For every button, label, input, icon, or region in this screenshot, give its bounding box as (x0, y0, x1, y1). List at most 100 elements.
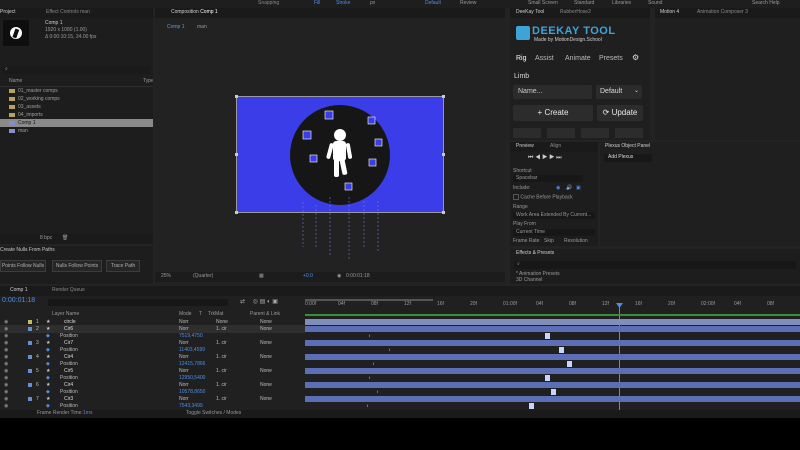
keyframe-marker[interactable]: Ι (365, 403, 370, 409)
create-button[interactable]: + Create (513, 105, 593, 121)
tool-btn-3[interactable] (581, 128, 609, 138)
work-area-bar[interactable] (305, 299, 433, 301)
tab-project[interactable]: Project (0, 9, 16, 15)
draft-3d-icon[interactable]: ⇄ (240, 299, 245, 305)
next-frame-icon[interactable]: ▶ (549, 155, 554, 161)
timeline-search[interactable] (48, 299, 228, 306)
viewer-timecode[interactable]: 0:00:01:18 (346, 273, 370, 280)
toolbar-stroke[interactable]: Stroke (336, 0, 350, 7)
tab-deekay[interactable]: DeeKay Tool (516, 9, 544, 15)
keyframe-marker[interactable]: Ι (367, 375, 372, 381)
nav-animate[interactable]: Animate (565, 55, 591, 62)
label-color-swatch[interactable] (28, 355, 32, 359)
trash-icon[interactable]: 🗑 (62, 235, 68, 242)
canvas-handle-bl[interactable] (235, 211, 238, 214)
keyframe-marker[interactable] (559, 347, 564, 353)
cache-checkbox[interactable]: Cache Before Playback (513, 194, 573, 201)
first-frame-icon[interactable]: ⏮ (528, 155, 533, 161)
toolbar-snapping[interactable]: Snapping (258, 0, 279, 7)
include-video-icon[interactable]: ◉ (556, 185, 560, 192)
label-color-swatch[interactable] (28, 369, 32, 373)
project-item[interactable]: Comp 1 (0, 119, 153, 127)
workspace-sound[interactable]: Sound (648, 0, 662, 7)
layer-duration-bar[interactable] (305, 382, 800, 388)
tab-animation-composer[interactable]: Animation Composer 3 (697, 9, 748, 15)
label-color-swatch[interactable] (28, 327, 32, 331)
timeline-timecode[interactable]: 0:00:01:18 (2, 297, 35, 304)
preset-select[interactable]: Default ⌄ (596, 85, 642, 99)
update-button[interactable]: ⟳ Update (597, 105, 643, 121)
keyframe-marker[interactable]: Ι (387, 347, 392, 353)
nav-assist[interactable]: Assist (535, 55, 554, 62)
col-t[interactable]: T (199, 311, 202, 318)
quality-select[interactable]: (Quarter) (193, 273, 213, 280)
position-property-row[interactable]: ◉ ◆ Position 7543,3499 (0, 402, 305, 410)
effects-title[interactable]: Effects & Presets (516, 250, 554, 256)
exposure-value[interactable]: +0.0 (303, 273, 313, 280)
canvas-handle-mr[interactable] (442, 153, 445, 156)
col-parent[interactable]: Parent & Link (250, 311, 280, 318)
graph-editor-icon[interactable]: ▣ (272, 299, 278, 305)
effects-item-3d-channel[interactable]: 3D Channel (516, 277, 542, 284)
range-select[interactable]: Work Area Extended By Current... (513, 212, 595, 219)
keyframe-marker[interactable]: Ι (371, 361, 376, 367)
canvas-handle-tr[interactable] (442, 95, 445, 98)
play-icon[interactable]: ▶ (542, 155, 547, 161)
plexus-title[interactable]: Plexus Object Panel (605, 143, 650, 149)
project-item[interactable]: 04_imports (0, 111, 153, 119)
comp-canvas[interactable] (235, 95, 445, 261)
grid-icon[interactable]: ▦ (259, 273, 264, 280)
keyframe-marker[interactable] (567, 361, 572, 367)
points-follow-nulls-button[interactable]: Points Follow Nulls (0, 260, 46, 272)
keyframe-marker[interactable] (545, 333, 550, 339)
nav-rig[interactable]: Rig (516, 55, 527, 62)
keyframe-marker[interactable]: Ι (375, 389, 380, 395)
workspace-standard[interactable]: Standard (574, 0, 594, 7)
col-name[interactable]: Name (9, 78, 22, 85)
tab-motion4[interactable]: Motion 4 (660, 9, 679, 15)
tab-composition[interactable]: Composition Comp 1 (171, 9, 218, 15)
toggle-switches-modes[interactable]: Toggle Switches / Modes (186, 410, 241, 417)
tool-btn-4[interactable] (615, 128, 643, 138)
label-color-swatch[interactable] (28, 383, 32, 387)
project-item[interactable]: man (0, 127, 153, 135)
tab-preview[interactable]: Preview (516, 143, 534, 149)
label-color-swatch[interactable] (28, 320, 32, 324)
tab-effect-controls[interactable]: Effect Controls man (46, 9, 90, 15)
col-trkmat[interactable]: TrkMat (208, 311, 223, 318)
shy-icon[interactable]: ◎ (253, 299, 258, 305)
workspace-libraries[interactable]: Libraries (612, 0, 631, 7)
tab-rubberhose[interactable]: RubberHose2 (560, 9, 591, 15)
limb-name-input[interactable]: Name... (513, 85, 592, 99)
bpc-label[interactable]: 8 bpc (40, 235, 52, 242)
nav-presets[interactable]: Presets (599, 55, 623, 62)
project-item[interactable]: 02_working comps (0, 95, 153, 103)
col-layer-name[interactable]: Layer Name (52, 311, 79, 318)
trace-path-button[interactable]: Trace Path (106, 260, 140, 272)
shortcut-select[interactable]: Spacebar (513, 175, 583, 182)
workspace-small-screen[interactable]: Small Screen (528, 0, 558, 7)
camera-icon[interactable]: ◉ (337, 273, 341, 280)
workspace-review[interactable]: Review (460, 0, 476, 7)
crumb-comp1[interactable]: Comp 1 (167, 24, 185, 31)
tab-comp1-timeline[interactable]: Comp 1 (10, 287, 28, 293)
project-search[interactable]: ⌕ (2, 66, 150, 74)
layer-duration-bar[interactable] (305, 319, 800, 325)
col-mode[interactable]: Mode (179, 311, 192, 318)
crumb-man[interactable]: man (197, 24, 207, 31)
canvas-handle-ml[interactable] (235, 153, 238, 156)
add-plexus-button[interactable]: Add Plexus (604, 154, 652, 162)
tab-render-queue[interactable]: Render Queue (52, 287, 85, 293)
keyframe-marker[interactable]: Ι (367, 333, 372, 339)
col-type[interactable]: Type (143, 78, 153, 85)
layer-duration-bar[interactable] (305, 340, 800, 346)
canvas-handle-br[interactable] (442, 211, 445, 214)
settings-gear-icon[interactable]: ⚙ (632, 53, 639, 62)
search-help[interactable]: Search Help (752, 0, 780, 7)
zoom-select[interactable]: 25% (161, 273, 171, 280)
play-from-select[interactable]: Current Time (513, 229, 595, 236)
include-audio-icon[interactable]: 🔊 (566, 185, 572, 192)
layer-duration-bar[interactable] (305, 368, 800, 374)
project-item[interactable]: 03_assets (0, 103, 153, 111)
layer-duration-bar[interactable] (305, 354, 800, 360)
